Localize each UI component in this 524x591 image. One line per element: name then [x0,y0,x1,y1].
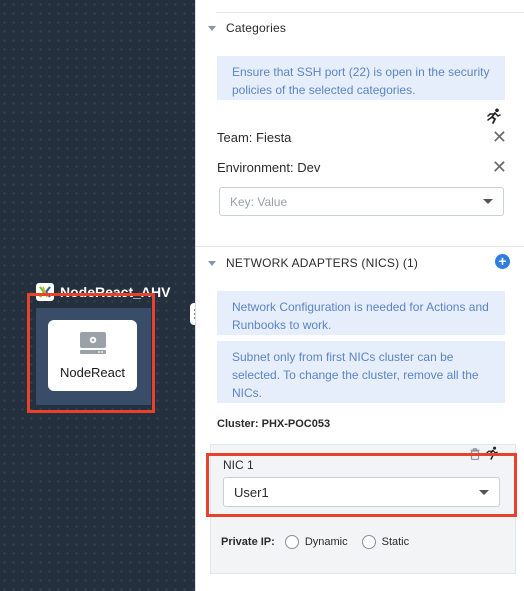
runtime-runner-icon[interactable] [487,108,501,129]
key-value-placeholder: Key: Value [230,194,288,209]
nic-subnet-value: User1 [234,484,269,500]
radio-dynamic[interactable]: Dynamic [284,535,348,549]
key-value-select[interactable]: Key: Value [219,187,504,216]
nic-subnet-select[interactable]: User1 [223,477,500,507]
radio-button[interactable] [361,535,376,549]
chevron-down-icon [479,489,489,495]
remove-category-icon[interactable]: ✕ [492,158,507,176]
category-label: Team: Fiesta [217,129,292,145]
service-card[interactable]: NodeReact [48,320,137,391]
service-tile[interactable]: NodeReact [36,308,151,405]
radio-static[interactable]: Static [361,535,410,549]
collapse-caret-icon[interactable] [208,25,216,31]
service-name: NodeReact [59,365,126,380]
blueprint-canvas[interactable]: NodeReact_AHV NodeReact [0,0,195,591]
category-label: Environment: Dev [217,159,321,175]
radio-label: Static [381,536,410,548]
categories-header[interactable]: Categories [208,21,286,35]
config-panel: Categories Ensure that SSH port (22) is … [195,0,524,591]
add-nic-button[interactable]: + [495,254,510,269]
nics-title: NETWORK ADAPTERS (NICS) (1) [226,256,419,270]
category-row: Environment: Dev ✕ [217,158,507,176]
nic-label: NIC 1 [223,458,254,472]
runtime-runner-icon[interactable] [486,446,498,465]
subnet-info: Subnet only from first NICs cluster can … [217,341,505,403]
cluster-label: Cluster: PHX-POC053 [217,418,331,430]
nics-header[interactable]: NETWORK ADAPTERS (NICS) (1) [208,256,418,270]
radio-label: Dynamic [304,536,348,548]
remove-category-icon[interactable]: ✕ [492,128,507,146]
server-gear-icon [79,332,106,359]
category-row: Team: Fiesta ✕ [217,128,507,146]
chevron-down-icon [483,199,493,204]
network-config-info: Network Configuration is needed for Acti… [217,291,505,335]
categories-title: Categories [226,21,287,35]
app-label: NodeReact_AHV [36,283,170,301]
trash-icon[interactable] [470,447,480,465]
section-divider [216,12,524,13]
collapse-caret-icon[interactable] [208,260,216,266]
section-divider [196,246,524,247]
private-ip-label: Private IP: [221,536,275,548]
radio-button[interactable] [284,535,299,549]
app-name: NodeReact_AHV [60,284,171,300]
ssh-info-box: Ensure that SSH port (22) is open in the… [217,56,505,100]
private-ip-row: Private IP: Dynamic Static [221,535,417,549]
nutanix-x-icon [36,283,54,301]
